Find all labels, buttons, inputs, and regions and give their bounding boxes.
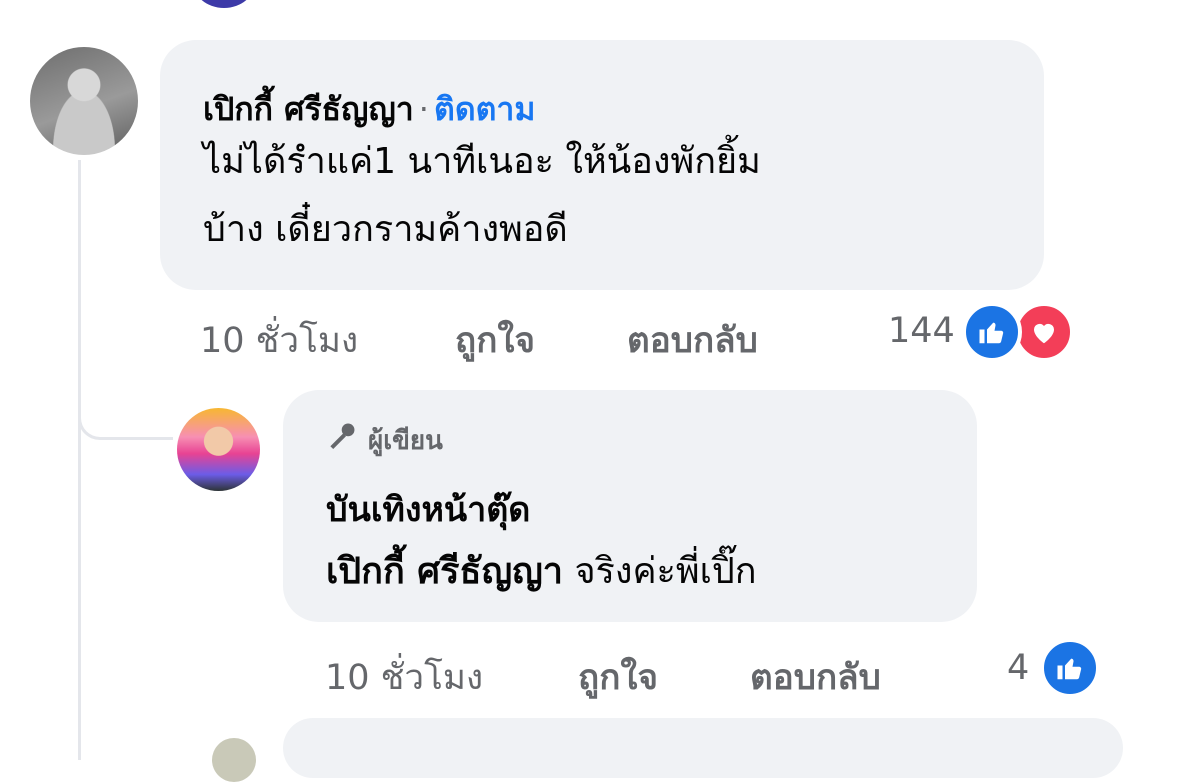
- commenter-avatar[interactable]: [30, 47, 138, 155]
- reply-button[interactable]: ตอบกลับ: [627, 313, 758, 368]
- separator-dot: ·: [418, 90, 429, 128]
- mention-tag[interactable]: เปิกกี้ ศรีธัญญา: [326, 551, 563, 592]
- reply-author-avatar[interactable]: [177, 408, 260, 491]
- like-icon: [962, 302, 1022, 362]
- comment-author-name[interactable]: เปิกกี้ ศรีธัญญา: [203, 90, 414, 128]
- comment-text-line: บ้าง เดี๋ยวกรามค้างพอดี: [203, 209, 568, 250]
- reply-text: เปิกกี้ ศรีธัญญา จริงค่ะพี่เปิ๊ก: [326, 542, 757, 599]
- previous-comment-avatar[interactable]: [192, 0, 256, 8]
- next-comment-bubble: [283, 718, 1123, 778]
- follow-link[interactable]: ติดตาม: [434, 90, 535, 128]
- reply-author-name[interactable]: บันเทิงหน้าตุ๊ด: [326, 482, 530, 536]
- comment-text-line: ไม่ได้รำแค่1 นาทีเนอะ ให้น้องพักยิ้ม: [203, 141, 761, 182]
- like-button[interactable]: ถูกใจ: [455, 313, 535, 368]
- reply-reaction-count[interactable]: 4: [1007, 648, 1029, 688]
- reply-text-body: จริงค่ะพี่เปิ๊ก: [563, 551, 757, 592]
- microphone-icon: [324, 420, 358, 461]
- reply-reply-button[interactable]: ตอบกลับ: [750, 650, 881, 705]
- comment-text: ไม่ได้รำแค่1 นาทีเนอะ ให้น้องพักยิ้ม บ้า…: [203, 128, 761, 264]
- reply-connector-line: [78, 360, 173, 440]
- comment-timestamp[interactable]: 10 ชั่วโมง: [200, 313, 358, 368]
- author-badge: ผู้เขียน: [324, 420, 443, 461]
- thread-line: [78, 160, 81, 760]
- love-icon: [1014, 302, 1074, 362]
- reply-like-button[interactable]: ถูกใจ: [578, 650, 658, 705]
- author-badge-label: ผู้เขียน: [368, 426, 443, 456]
- like-icon: [1040, 638, 1100, 698]
- reaction-count[interactable]: 144: [888, 311, 955, 351]
- reply-timestamp[interactable]: 10 ชั่วโมง: [325, 650, 483, 705]
